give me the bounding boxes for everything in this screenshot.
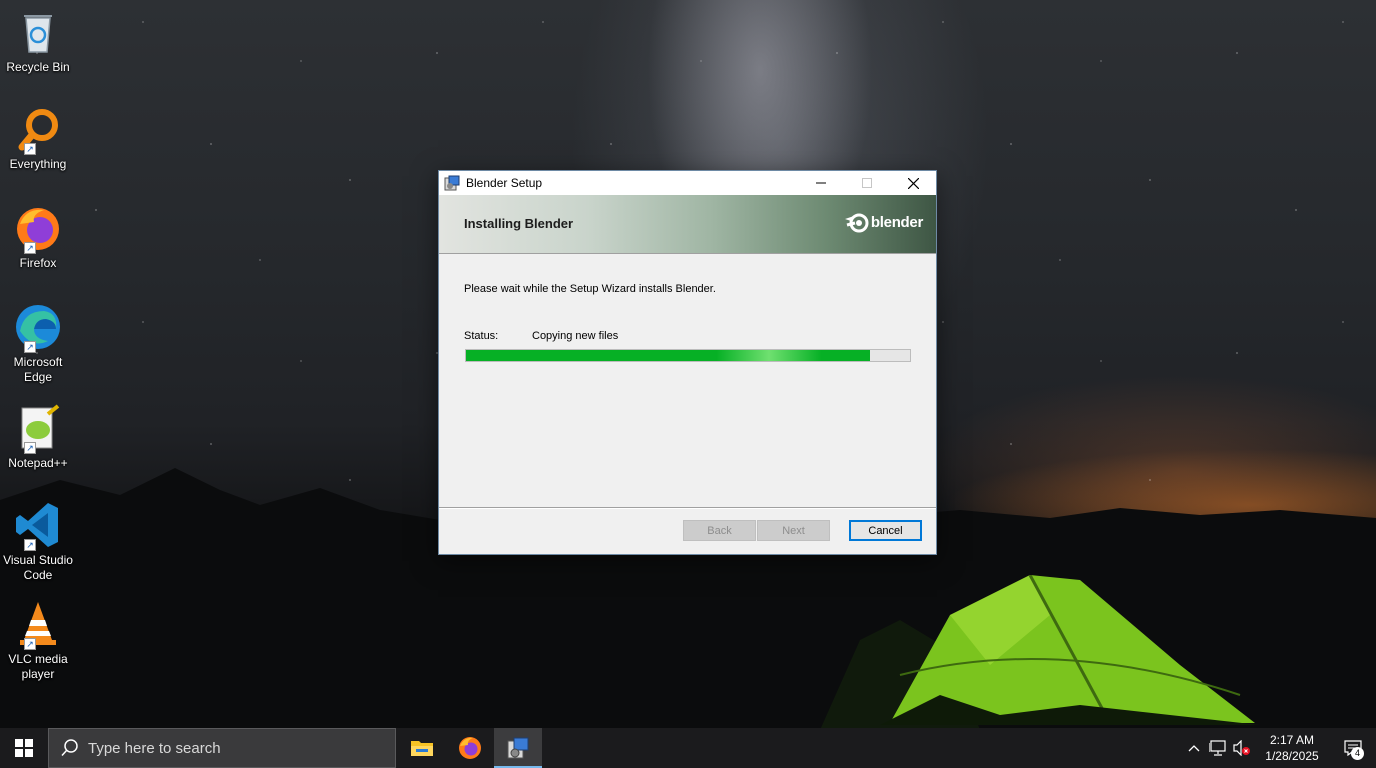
shortcut-arrow-icon: ↗	[24, 638, 36, 650]
start-button[interactable]	[0, 728, 48, 768]
install-message: Please wait while the Setup Wizard insta…	[464, 283, 716, 295]
desktop-icon-label: Notepad++	[8, 456, 68, 470]
status-value: Copying new files	[532, 330, 619, 342]
desktop-icon-label: Microsoft Edge	[13, 355, 63, 384]
next-button: Next	[757, 520, 830, 541]
recycle-bin-icon	[14, 8, 62, 56]
vscode-icon: ↗	[14, 501, 62, 551]
volume-muted-icon	[1233, 740, 1250, 756]
network-icon	[1209, 740, 1226, 756]
notification-badge: 4	[1351, 747, 1364, 760]
taskbar-blender-setup[interactable]	[494, 728, 542, 768]
taskbar-file-explorer[interactable]	[398, 728, 446, 768]
minimize-button[interactable]	[798, 171, 844, 195]
cancel-button[interactable]: Cancel	[849, 520, 922, 541]
dialog-banner: Installing Blender blender	[439, 195, 936, 254]
volume-button[interactable]	[1230, 728, 1254, 768]
taskbar-search-box[interactable]: Type here to search	[48, 728, 396, 768]
desktop-icon-vlc[interactable]: ↗ VLC media player	[0, 600, 76, 682]
desktop-icon-edge[interactable]: ↗ Microsoft Edge	[0, 303, 76, 385]
footer-separator	[439, 507, 936, 509]
desktop-icon-label: Visual Studio Code	[3, 553, 73, 582]
setup-app-icon	[444, 175, 460, 191]
file-explorer-icon	[411, 741, 433, 756]
everything-search-icon: ↗	[14, 105, 62, 155]
shortcut-arrow-icon: ↗	[24, 539, 36, 551]
taskbar-clock[interactable]: 2:17 AM 1/28/2025	[1254, 732, 1330, 764]
notepad-plus-plus-icon: ↗	[14, 404, 62, 454]
action-center-button[interactable]: 4	[1330, 728, 1376, 768]
status-label: Status:	[464, 330, 499, 342]
search-icon	[61, 739, 78, 757]
network-button[interactable]	[1206, 728, 1230, 768]
taskbar-firefox[interactable]	[446, 728, 494, 768]
blender-setup-dialog: Blender Setup Installing Blender blender…	[438, 170, 937, 555]
dialog-titlebar[interactable]: Blender Setup	[439, 171, 936, 195]
windows-logo-icon	[15, 739, 33, 757]
show-hidden-icons-button[interactable]	[1182, 728, 1206, 768]
shortcut-arrow-icon: ↗	[24, 442, 36, 454]
search-placeholder: Type here to search	[88, 739, 221, 757]
clock-time: 2:17 AM	[1269, 733, 1315, 747]
shortcut-arrow-icon: ↗	[24, 341, 36, 353]
desktop-icon-vscode[interactable]: ↗ Visual Studio Code	[0, 501, 76, 583]
progress-fill	[466, 350, 871, 361]
system-tray: 2:17 AM 1/28/2025 4	[1182, 728, 1376, 768]
vlc-icon: ↗	[14, 600, 62, 650]
close-icon	[907, 177, 919, 189]
dialog-title: Blender Setup	[466, 176, 543, 190]
clock-date: 1/28/2025	[1265, 749, 1319, 763]
chevron-up-icon	[1188, 745, 1200, 752]
install-progress-bar	[465, 349, 911, 362]
desktop-icon-label: Everything	[9, 157, 67, 171]
firefox-icon	[459, 737, 481, 759]
desktop-icon-notepad-plus-plus[interactable]: ↗ Notepad++	[0, 404, 76, 471]
desktop-icon-label: VLC media player	[8, 652, 68, 681]
banner-heading: Installing Blender	[464, 216, 574, 231]
wallpaper-tent	[880, 575, 1260, 725]
desktop-icon-label: Firefox	[19, 256, 57, 270]
taskbar: Type here to search 2:17 AM 1/28/2025 4	[0, 728, 1376, 768]
blender-logo: blender	[843, 211, 923, 233]
desktop-icon-recycle-bin[interactable]: Recycle Bin	[0, 8, 76, 75]
close-button[interactable]	[890, 171, 936, 195]
blender-logo-icon	[844, 213, 869, 233]
back-button: Back	[683, 520, 756, 541]
maximize-button	[844, 171, 890, 195]
maximize-icon	[862, 178, 872, 188]
firefox-icon: ↗	[14, 204, 62, 254]
desktop-icon-firefox[interactable]: ↗ Firefox	[0, 204, 76, 271]
desktop-icon-everything[interactable]: ↗ Everything	[0, 105, 76, 172]
shortcut-arrow-icon: ↗	[24, 242, 36, 254]
shortcut-arrow-icon: ↗	[24, 143, 36, 155]
desktop-icon-label: Recycle Bin	[6, 60, 70, 74]
minimize-icon	[816, 182, 826, 184]
edge-icon: ↗	[14, 303, 62, 353]
blender-logo-text: blender	[870, 213, 923, 231]
blender-setup-icon	[507, 737, 529, 759]
